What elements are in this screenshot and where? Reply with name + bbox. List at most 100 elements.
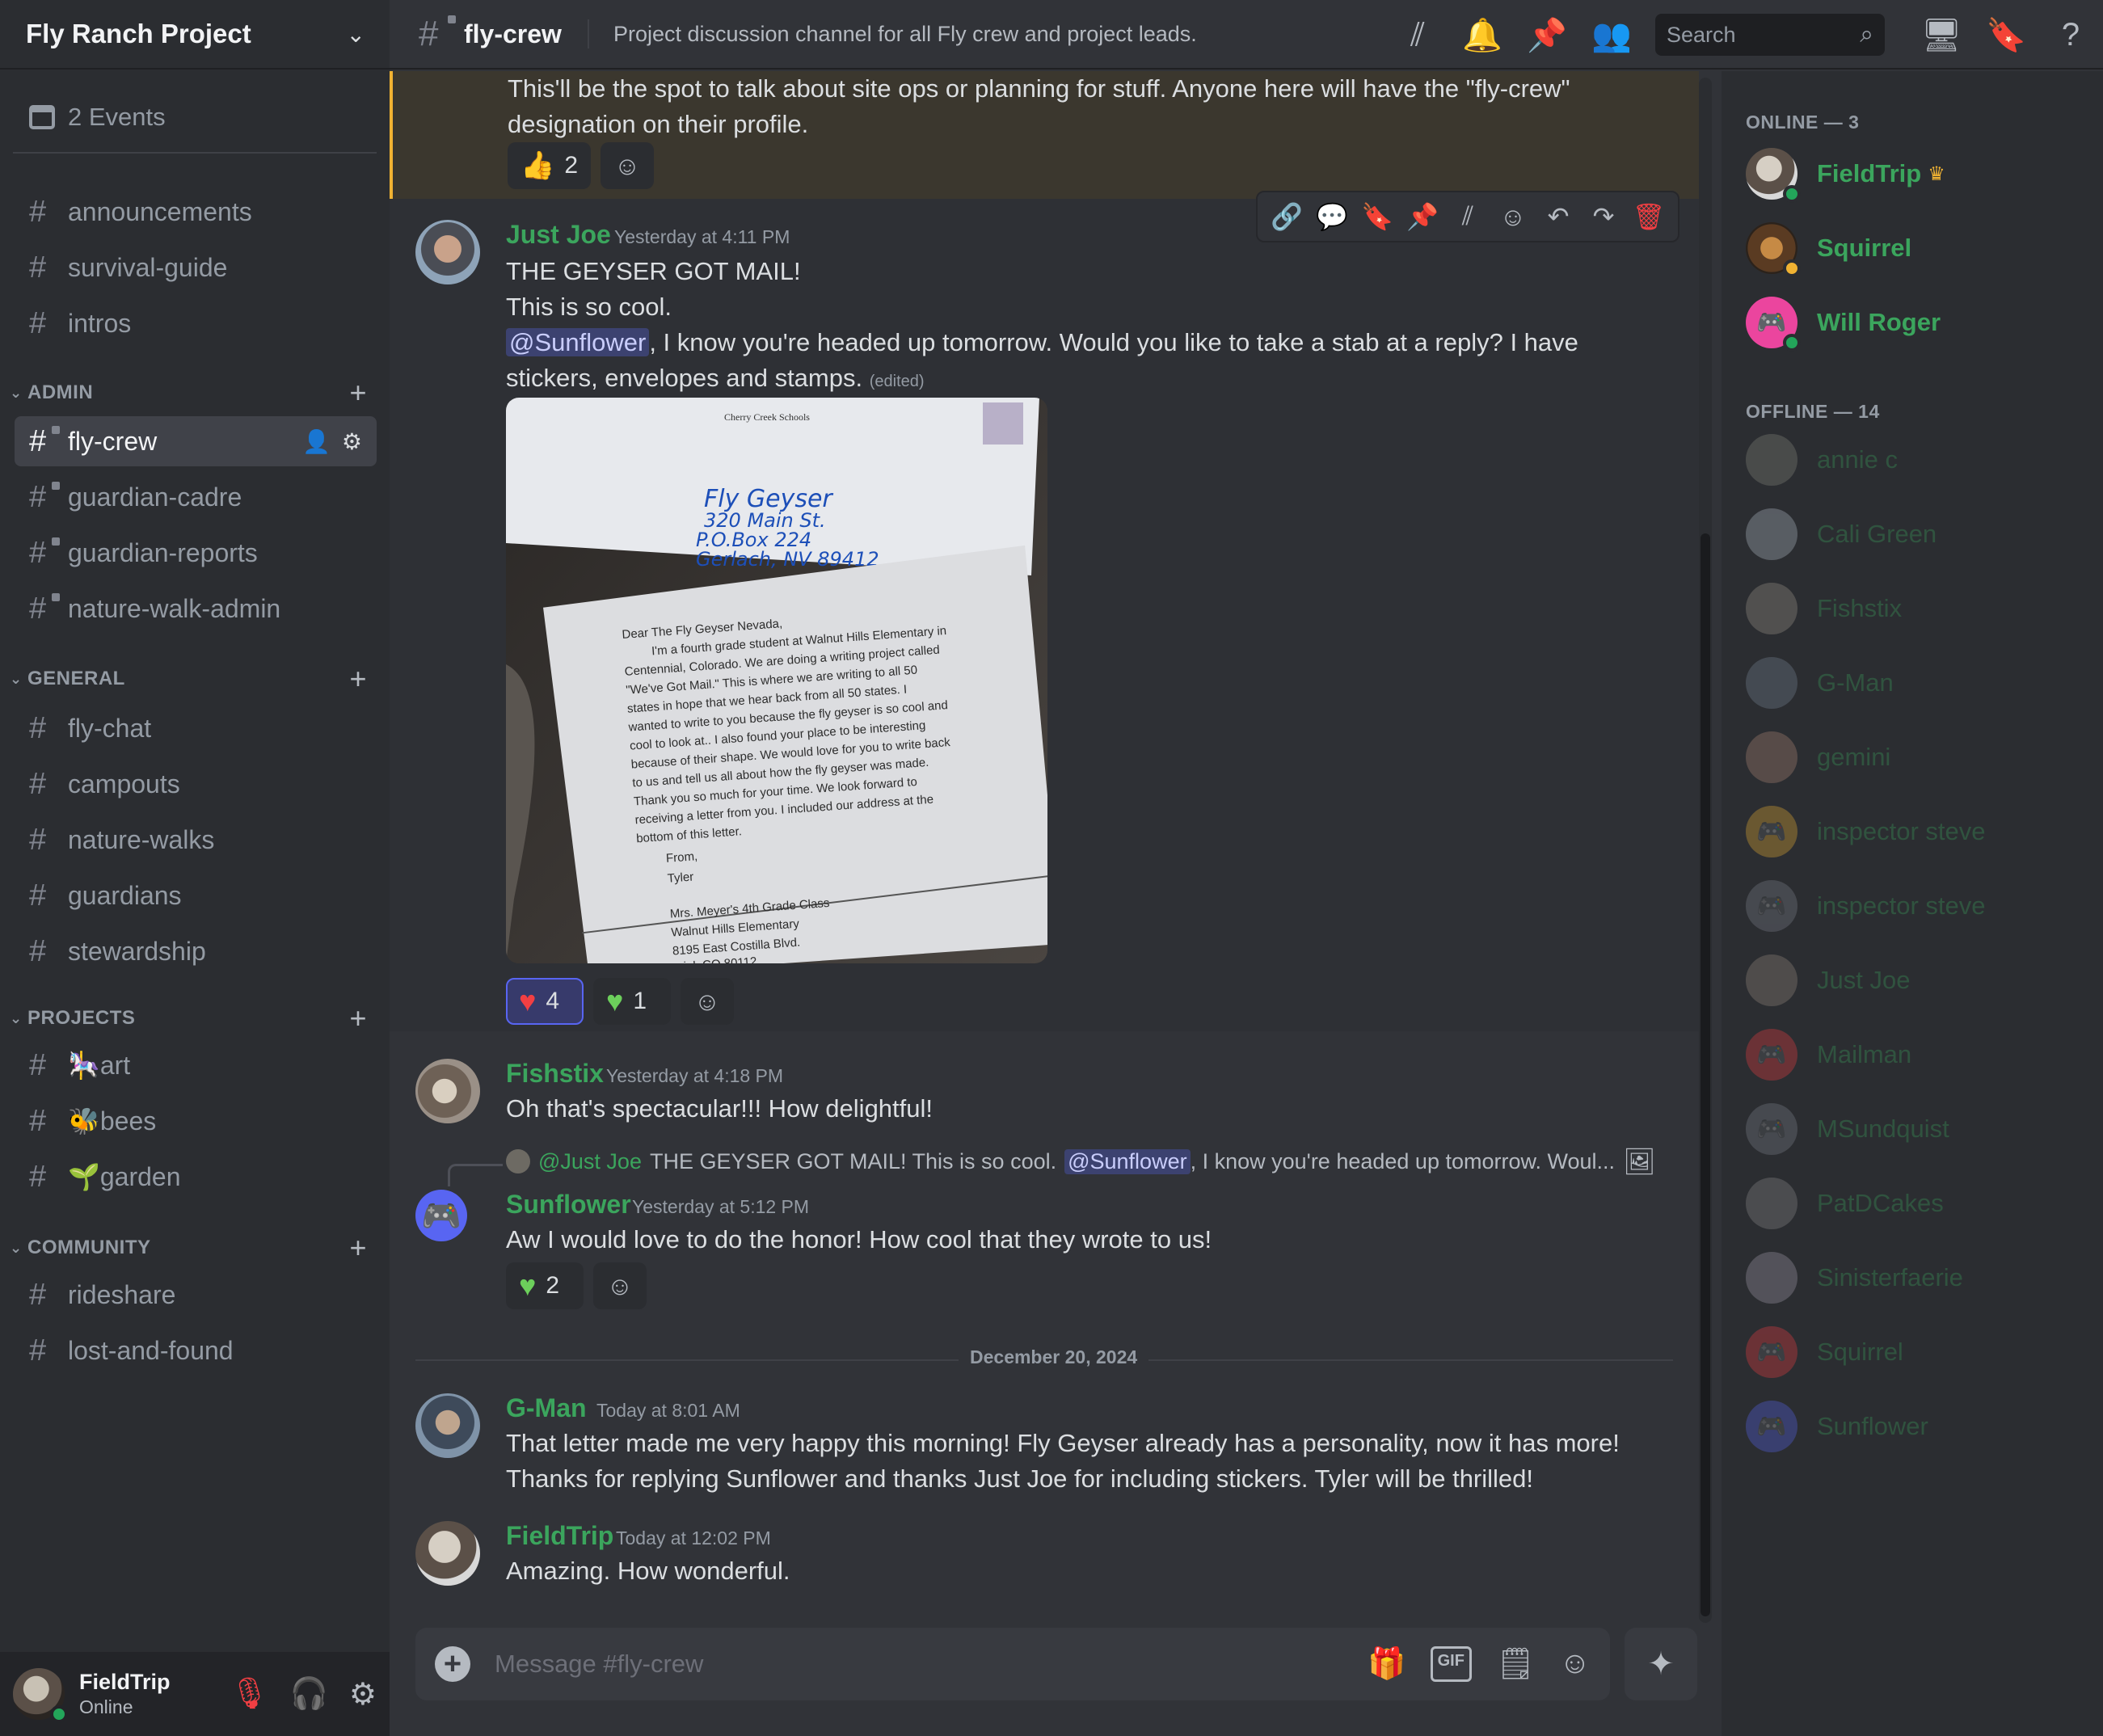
message-list[interactable]: This'll be the spot to talk about site o…	[390, 71, 1699, 1616]
inbox-icon[interactable]: 🖥	[1909, 16, 1974, 54]
add-channel-icon[interactable]: +	[349, 662, 367, 696]
member-item[interactable]: Cali Green	[1746, 506, 2093, 563]
add-channel-icon[interactable]: +	[349, 1231, 367, 1265]
category-projects[interactable]: ⌄ PROJECTS +	[10, 1001, 380, 1035]
server-header[interactable]: Fly Ranch Project ⌄	[0, 0, 390, 70]
channel-art[interactable]: # 🎠 art	[15, 1040, 377, 1090]
member-item[interactable]: Just Joe	[1746, 952, 2093, 1009]
member-item[interactable]: 🎮 Mailman	[1746, 1026, 2093, 1083]
member-list-icon[interactable]: 👥	[1579, 16, 1644, 54]
add-reaction-button[interactable]: ☺	[601, 142, 655, 189]
pin-icon[interactable]: 📌	[1401, 201, 1443, 232]
channel-campouts[interactable]: # campouts	[15, 759, 377, 809]
member-item[interactable]: PatDCakes	[1746, 1175, 2093, 1232]
apps-icon[interactable]: ✦	[1625, 1628, 1697, 1700]
reply-icon[interactable]: ↶	[1537, 201, 1579, 232]
member-item[interactable]: Fishstix	[1746, 580, 2093, 637]
reaction-thumbs-up[interactable]: 👍 2	[508, 142, 592, 189]
message-author[interactable]: Sunflower	[506, 1190, 631, 1220]
events-button[interactable]: 2 Events	[13, 82, 377, 154]
member-item[interactable]: 🎮 Sunflower	[1746, 1398, 2093, 1455]
avatar[interactable]	[415, 1521, 480, 1586]
channel-bees[interactable]: # 🐝 bees	[15, 1096, 377, 1146]
member-item[interactable]: 🎮 inspector steve	[1746, 878, 2093, 934]
channel-guardians[interactable]: # guardians	[15, 870, 377, 921]
member-item[interactable]: 🎮 inspector steve	[1746, 803, 2093, 860]
channel-guardian-cadre[interactable]: # guardian-cadre	[15, 472, 377, 522]
category-general[interactable]: ⌄ GENERAL +	[10, 662, 380, 696]
channel-stewardship[interactable]: # stewardship	[15, 926, 377, 976]
reaction-heart[interactable]: ♥ 4	[506, 978, 584, 1025]
message-author[interactable]: FieldTrip	[506, 1521, 613, 1551]
add-reaction-icon[interactable]: ☺	[1492, 202, 1534, 232]
member-item[interactable]: Sinisterfaerie	[1746, 1249, 2093, 1306]
member-item[interactable]: 🎮 MSundquist	[1746, 1101, 2093, 1157]
bookmark-icon[interactable]: 🔖	[1974, 16, 2038, 54]
reaction-green-heart[interactable]: ♥ 1	[593, 978, 671, 1025]
message-author[interactable]: Fishstix	[506, 1059, 604, 1089]
channel-survival-guide[interactable]: # survival-guide	[15, 242, 377, 293]
sticker-icon[interactable]: 🗒	[1496, 1646, 1535, 1682]
scrollbar-thumb[interactable]	[1701, 533, 1710, 1616]
channel-rideshare[interactable]: # rideshare	[15, 1270, 377, 1320]
category-admin[interactable]: ⌄ ADMIN +	[10, 376, 380, 410]
channel-topic[interactable]: Project discussion channel for all Fly c…	[613, 22, 1197, 47]
invite-icon[interactable]: 👤	[302, 428, 331, 455]
add-channel-icon[interactable]: +	[349, 376, 367, 410]
add-reaction-button[interactable]: ☺	[681, 978, 734, 1025]
avatar[interactable]	[415, 1059, 480, 1123]
gift-icon[interactable]: 🎁	[1368, 1646, 1406, 1682]
channel-garden[interactable]: # 🌱 garden	[15, 1152, 377, 1202]
server-name[interactable]: Fly Ranch Project	[26, 19, 251, 49]
member-item[interactable]: G-Man	[1746, 655, 2093, 711]
trash-icon[interactable]: 🗑	[1628, 201, 1670, 232]
reply-preview[interactable]: @Just Joe THE GEYSER GOT MAIL! This is s…	[506, 1146, 1656, 1177]
gear-icon[interactable]: ⚙	[342, 428, 362, 455]
search-input[interactable]: Search ⌕	[1655, 14, 1885, 56]
gear-icon[interactable]: ⚙	[349, 1676, 377, 1713]
thread-icon[interactable]: 💬	[1311, 201, 1353, 232]
category-community[interactable]: ⌄ COMMUNITY +	[10, 1231, 380, 1265]
member-item[interactable]: FieldTrip ♛	[1746, 145, 2093, 203]
message-author[interactable]: G-Man	[506, 1393, 587, 1423]
threads-icon[interactable]: ⫽	[1385, 17, 1450, 53]
channel-announcements[interactable]: # announcements	[15, 187, 377, 237]
message-composer[interactable]: + Message #fly-crew 🎁 GIF 🗒 ☺	[415, 1628, 1610, 1700]
add-channel-icon[interactable]: +	[349, 1001, 367, 1035]
plus-icon[interactable]: +	[435, 1646, 470, 1682]
avatar[interactable]	[415, 220, 480, 284]
channel-intros[interactable]: # intros	[15, 298, 377, 348]
threads-icon[interactable]: ⫽	[1447, 201, 1489, 232]
avatar[interactable]	[13, 1668, 68, 1723]
add-reaction-button[interactable]: ☺	[593, 1262, 647, 1309]
channel-guardian-reports[interactable]: # guardian-reports	[15, 528, 377, 578]
channel-fly-chat[interactable]: # fly-chat	[15, 703, 377, 753]
mic-muted-icon[interactable]: 🎙	[230, 1676, 268, 1713]
forward-icon[interactable]: ↷	[1583, 201, 1625, 232]
member-item[interactable]: 🎮 Squirrel	[1746, 1324, 2093, 1380]
channel-lost-and-found[interactable]: # lost-and-found	[15, 1325, 377, 1376]
bell-icon[interactable]: 🔔	[1450, 16, 1515, 54]
gif-icon[interactable]: GIF	[1430, 1646, 1472, 1682]
letter-photo[interactable]: Cherry Creek Schools Fly Geyser 320 Main…	[506, 398, 1047, 963]
member-item[interactable]: Squirrel	[1746, 220, 2093, 277]
reply-author[interactable]: @Just Joe	[538, 1149, 642, 1174]
user-mention[interactable]: @Sunflower	[1064, 1148, 1191, 1174]
member-item[interactable]: annie c	[1746, 432, 2093, 488]
chevron-down-icon[interactable]: ⌄	[347, 21, 365, 48]
channel-nature-walk-admin[interactable]: # nature-walk-admin	[15, 584, 377, 634]
user-mention[interactable]: @Sunflower	[506, 328, 650, 356]
member-item[interactable]: 🎮 Will Roger	[1746, 294, 2093, 352]
member-item[interactable]: gemini	[1746, 729, 2093, 786]
bookmark-icon[interactable]: 🔖	[1356, 201, 1398, 232]
emoji-icon[interactable]: ☺	[1559, 1646, 1591, 1682]
channel-fly-crew[interactable]: # fly-crew 👤 ⚙	[15, 416, 377, 466]
message-input[interactable]: Message #fly-crew	[495, 1650, 1368, 1679]
help-icon[interactable]: ?	[2038, 17, 2103, 53]
channel-nature-walks[interactable]: # nature-walks	[15, 815, 377, 865]
reaction-green-heart[interactable]: ♥ 2	[506, 1262, 584, 1309]
user-name[interactable]: FieldTrip	[79, 1670, 171, 1695]
message-author[interactable]: Just Joe	[506, 220, 611, 250]
pin-icon[interactable]: 📌	[1515, 16, 1579, 54]
discord-logo-icon[interactable]: 🎮	[415, 1190, 467, 1241]
